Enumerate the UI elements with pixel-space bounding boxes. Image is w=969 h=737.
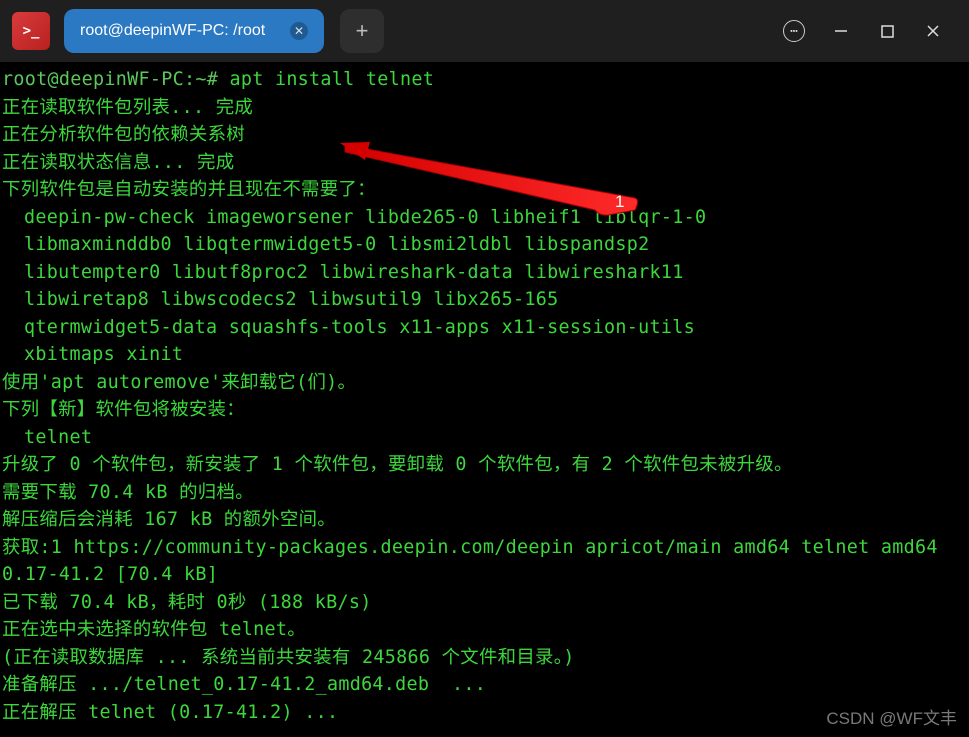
output-line: deepin-pw-check imageworsener libde265-0…: [2, 204, 967, 232]
output-line: 升级了 0 个软件包，新安装了 1 个软件包，要卸载 0 个软件包，有 2 个软…: [2, 451, 967, 479]
terminal-output[interactable]: root@deepinWF-PC:~# apt install telnet 正…: [0, 62, 969, 737]
command: apt install telnet: [229, 69, 434, 90]
app-icon: >_: [12, 12, 50, 50]
menu-icon[interactable]: ⋯: [783, 20, 805, 42]
output-line: xbitmaps xinit: [2, 341, 967, 369]
tab-title: root@deepinWF-PC: /root: [80, 22, 265, 40]
output-line: 准备解压 .../telnet_0.17-41.2_amd64.deb ...: [2, 671, 967, 699]
output-line: (正在读取数据库 ... 系统当前共安装有 245866 个文件和目录。): [2, 644, 967, 672]
watermark: CSDN @WF文丰: [826, 704, 957, 729]
output-line: 正在读取状态信息... 完成: [2, 149, 967, 177]
output-line: 下列软件包是自动安装的并且现在不需要了：: [2, 176, 967, 204]
output-line: libwiretap8 libwscodecs2 libwsutil9 libx…: [2, 286, 967, 314]
output-line: libutempter0 libutf8proc2 libwireshark-d…: [2, 259, 967, 287]
output-line: 已下载 70.4 kB，耗时 0秒 (188 kB/s): [2, 589, 967, 617]
close-icon[interactable]: ✕: [290, 22, 308, 40]
output-line: 正在解压 telnet (0.17-41.2) ...: [2, 699, 967, 727]
maximize-icon[interactable]: [877, 21, 897, 41]
minimize-icon[interactable]: [831, 21, 851, 41]
output-line: 正在读取软件包列表... 完成: [2, 94, 967, 122]
output-line: 正在选中未选择的软件包 telnet。: [2, 616, 967, 644]
titlebar: >_ root@deepinWF-PC: /root ✕ + ⋯: [0, 0, 969, 62]
output-line: 正在分析软件包的依赖关系树: [2, 121, 967, 149]
tab-active[interactable]: root@deepinWF-PC: /root ✕: [64, 9, 324, 53]
window-controls: ⋯: [783, 20, 943, 42]
output-line: 解压缩后会消耗 167 kB 的额外空间。: [2, 506, 967, 534]
output-line: 获取:1 https://community-packages.deepin.c…: [2, 534, 967, 589]
output-line: qtermwidget5-data squashfs-tools x11-app…: [2, 314, 967, 342]
output-line: telnet: [2, 424, 967, 452]
close-window-icon[interactable]: [923, 21, 943, 41]
output-line: libmaxminddb0 libqtermwidget5-0 libsmi2l…: [2, 231, 967, 259]
output-line: 使用'apt autoremove'来卸载它(们)。: [2, 369, 967, 397]
output-line: 需要下载 70.4 kB 的归档。: [2, 479, 967, 507]
new-tab-button[interactable]: +: [340, 9, 384, 53]
prompt: root@deepinWF-PC:~#: [2, 69, 229, 90]
output-line: 下列【新】软件包将被安装：: [2, 396, 967, 424]
